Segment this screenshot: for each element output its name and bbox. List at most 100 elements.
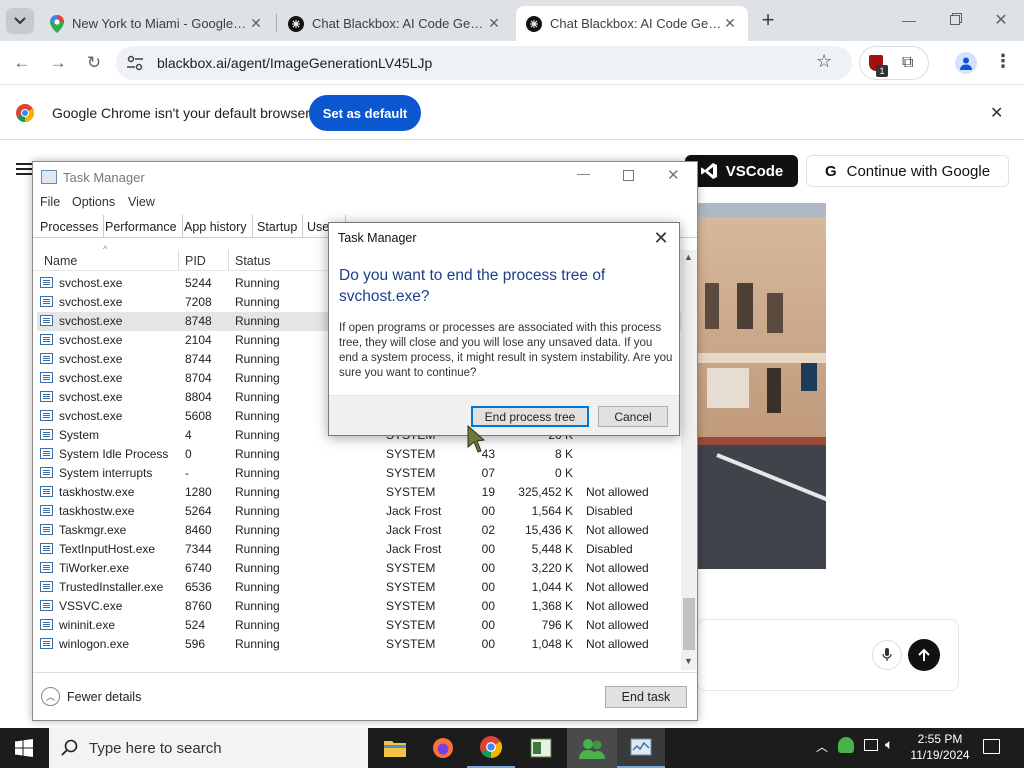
process-user: SYSTEM	[386, 561, 436, 575]
table-row[interactable]: Taskmgr.exe 8460 Running Jack Frost 02 15,436…	[37, 521, 681, 540]
process-user: Jack Frost	[386, 523, 442, 537]
table-row[interactable]: TiWorker.exe 6740 Running SYSTEM 00 3,220 K No…	[37, 559, 681, 578]
tm-close-button[interactable]: ✕	[667, 166, 680, 184]
tm-maximize-button[interactable]	[623, 170, 634, 181]
arrow-up-icon	[918, 648, 930, 661]
scroll-up-icon[interactable]: ▲	[684, 252, 693, 262]
windows-logo-icon	[15, 739, 33, 757]
taskbar-file-explorer[interactable]	[371, 728, 419, 768]
plus-icon: +	[761, 7, 775, 32]
reload-button[interactable]: ↻	[80, 49, 108, 77]
taskbar-search-box[interactable]: Type here to search	[49, 728, 368, 768]
puzzle-icon[interactable]: ⧉	[902, 54, 913, 72]
address-bar[interactable]: blackbox.ai/agent/ImageGenerationLV45LJp…	[116, 46, 852, 80]
menu-file[interactable]: File	[40, 195, 60, 209]
start-button[interactable]	[0, 728, 48, 768]
vscode-button[interactable]: VSCode	[685, 155, 798, 187]
tm-minimize-button[interactable]: —	[577, 166, 590, 181]
tab-blackbox-1[interactable]: Chat Blackbox: AI Code Generation ✕	[278, 6, 512, 41]
end-task-button[interactable]: End task	[605, 686, 687, 708]
tray-overflow-chevron-icon[interactable]: ︿	[816, 738, 828, 755]
scroll-down-icon[interactable]: ▼	[684, 656, 693, 666]
column-pid[interactable]: PID	[185, 254, 206, 268]
table-row[interactable]: TrustedInstaller.exe 6536 Running SYSTEM 00 1…	[37, 578, 681, 597]
menu-view[interactable]: View	[128, 195, 155, 209]
send-button[interactable]	[908, 639, 940, 671]
network-icon[interactable]	[864, 739, 878, 751]
back-button[interactable]: ←	[8, 49, 36, 77]
vertical-scrollbar[interactable]: ▲ ▼	[681, 250, 697, 670]
close-window-button[interactable]: ✕	[978, 0, 1024, 40]
table-row[interactable]: wininit.exe 524 Running SYSTEM 00 796 K Not al…	[37, 616, 681, 635]
table-row[interactable]: System Idle Process 0 Running SYSTEM 43 8 K	[37, 445, 681, 464]
mouse-cursor-icon	[466, 424, 486, 454]
table-row[interactable]: TextInputHost.exe 7344 Running Jack Frost 00…	[37, 540, 681, 559]
taskbar-people-app[interactable]	[567, 728, 617, 768]
tab-close-icon[interactable]: ✕	[248, 15, 264, 32]
continue-with-google-button[interactable]: G Continue with Google	[806, 155, 1009, 187]
star-icon[interactable]: ☆	[816, 51, 832, 72]
tab-blackbox-active[interactable]: Chat Blackbox: AI Code Generation ✕	[516, 6, 748, 41]
fewer-details-button[interactable]: ︿ Fewer details	[41, 687, 141, 706]
column-name[interactable]: Name	[44, 254, 77, 268]
table-row[interactable]: VSSVC.exe 8760 Running SYSTEM 00 1,368 K Not a…	[37, 597, 681, 616]
process-status: Running	[235, 542, 280, 556]
process-name: Taskmgr.exe	[59, 523, 127, 537]
dialog-close-button[interactable]: ✕	[649, 227, 673, 249]
site-info-icon[interactable]	[126, 55, 144, 71]
process-icon	[40, 562, 53, 573]
chat-input-box[interactable]	[697, 619, 959, 691]
tab-performance[interactable]: Performance	[100, 215, 183, 238]
minimize-button[interactable]: —	[886, 0, 932, 40]
process-uac-virtualization: Not allowed	[586, 618, 649, 632]
menu-kebab-icon[interactable]: ⋮	[994, 51, 1012, 72]
taskbar-chrome[interactable]	[467, 728, 515, 768]
table-row[interactable]: taskhostw.exe 1280 Running SYSTEM 19 325,452 …	[37, 483, 681, 502]
process-uac-virtualization: Not allowed	[586, 523, 649, 537]
process-pid: 8704	[185, 371, 212, 385]
process-status: Running	[235, 390, 280, 404]
hamburger-menu-icon[interactable]	[16, 163, 32, 175]
restore-button[interactable]	[932, 0, 978, 40]
process-cpu: 00	[481, 618, 495, 632]
column-status[interactable]: Status	[235, 254, 270, 268]
taskbar-task-manager[interactable]	[617, 728, 665, 768]
tab-google-maps[interactable]: New York to Miami - Google Maps ✕	[40, 6, 274, 41]
taskbar-clock[interactable]: 2:55 PM 11/19/2024	[905, 731, 975, 763]
taskbar-firefox[interactable]	[419, 728, 467, 768]
tray-people-icon[interactable]	[838, 737, 854, 753]
tab-search-button[interactable]	[6, 8, 34, 34]
blackbox-icon	[288, 15, 304, 32]
tab-close-icon[interactable]: ✕	[722, 15, 738, 32]
process-user: SYSTEM	[386, 485, 436, 499]
process-user: Jack Frost	[386, 542, 442, 556]
menu-options[interactable]: Options	[72, 195, 115, 209]
windows-taskbar: Type here to search ︿ 🔈︎ 2:55 PM 11/19/2…	[0, 728, 1024, 768]
tab-app-history[interactable]: App history	[179, 215, 253, 238]
profile-avatar[interactable]	[955, 52, 977, 74]
process-name: svchost.exe	[59, 276, 123, 290]
process-user: Jack Frost	[386, 504, 442, 518]
task-manager-titlebar[interactable]: Task Manager — ✕	[33, 162, 697, 192]
tab-processes[interactable]: Processes	[35, 215, 105, 238]
process-status: Running	[235, 561, 280, 575]
scroll-thumb[interactable]	[683, 598, 695, 650]
taskbar-document-app[interactable]	[517, 728, 565, 768]
volume-icon[interactable]: 🔈︎	[885, 736, 893, 753]
process-name: svchost.exe	[59, 409, 123, 423]
process-pid: 7344	[185, 542, 212, 556]
set-default-button[interactable]: Set as default	[309, 95, 421, 131]
end-process-tree-button[interactable]: End process tree	[471, 406, 589, 427]
notification-center-icon[interactable]	[983, 739, 1000, 754]
infobar-close-icon[interactable]: ✕	[990, 103, 1003, 123]
new-tab-button[interactable]: +	[756, 7, 780, 32]
forward-button[interactable]: →	[44, 49, 72, 77]
tab-close-icon[interactable]: ✕	[486, 15, 502, 32]
table-row[interactable]: winlogon.exe 596 Running SYSTEM 00 1,048 K Not…	[37, 635, 681, 654]
table-row[interactable]: System interrupts - Running SYSTEM 07 0 K	[37, 464, 681, 483]
table-row[interactable]: taskhostw.exe 5264 Running Jack Frost 00 1,56…	[37, 502, 681, 521]
microphone-button[interactable]	[872, 640, 902, 670]
cancel-button[interactable]: Cancel	[598, 406, 668, 427]
process-memory: 1,048 K	[531, 637, 573, 651]
tab-startup[interactable]: Startup	[252, 215, 304, 238]
